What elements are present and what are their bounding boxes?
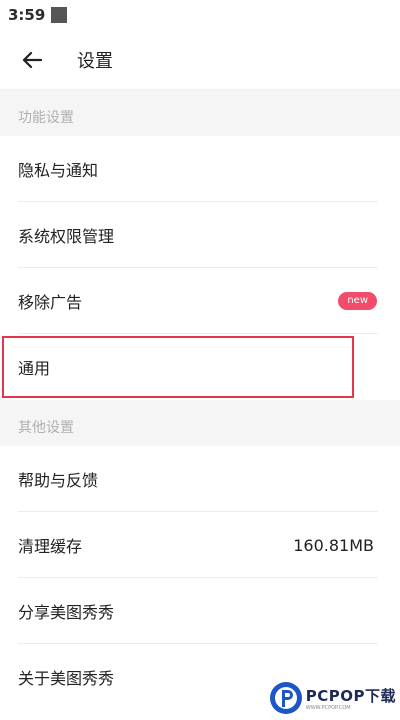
- settings-item-general[interactable]: 通用: [0, 334, 356, 400]
- settings-item-system-permissions[interactable]: 系统权限管理: [0, 202, 400, 268]
- settings-item-share-app[interactable]: 分享美图秀秀: [0, 578, 400, 644]
- app-bar: 设置: [0, 30, 400, 90]
- settings-item-privacy-notifications[interactable]: 隐私与通知: [0, 136, 400, 202]
- settings-item-clear-cache[interactable]: 清理缓存 160.81MB: [0, 512, 400, 578]
- watermark-text: PCPOP下载 WWW.PCPOP.COM: [306, 685, 396, 711]
- settings-item-remove-ads[interactable]: 移除广告 new: [0, 268, 400, 334]
- settings-item-label: 帮助与反馈: [18, 471, 99, 490]
- new-badge: new: [338, 292, 377, 310]
- settings-item-label: 清理缓存: [18, 537, 83, 556]
- cache-size-value: 160.81MB: [293, 535, 374, 555]
- settings-item-label: 分享美图秀秀: [18, 603, 115, 622]
- settings-item-label: 关于美图秀秀: [18, 669, 115, 688]
- watermark: PCPOP下载 WWW.PCPOP.COM: [268, 678, 396, 718]
- settings-item-help-feedback[interactable]: 帮助与反馈: [0, 446, 400, 512]
- pcpop-logo-icon: [269, 682, 302, 714]
- back-arrow-icon[interactable]: [20, 48, 44, 72]
- settings-item-label: 隐私与通知: [18, 161, 99, 180]
- notification-square-icon: [51, 7, 68, 23]
- section-header-function-settings: 功能设置: [0, 90, 400, 136]
- page-title: 设置: [77, 50, 113, 72]
- settings-item-label: 系统权限管理: [18, 227, 115, 246]
- settings-item-label: 移除广告: [18, 293, 83, 312]
- watermark-brand: PCPOP下载: [305, 687, 396, 705]
- watermark-sub: WWW.PCPOP.COM: [305, 705, 351, 711]
- status-time: 3:59: [8, 6, 46, 24]
- status-bar: 3:59: [0, 0, 400, 30]
- settings-item-label: 通用: [18, 359, 51, 378]
- section-header-other-settings: 其他设置: [0, 400, 400, 446]
